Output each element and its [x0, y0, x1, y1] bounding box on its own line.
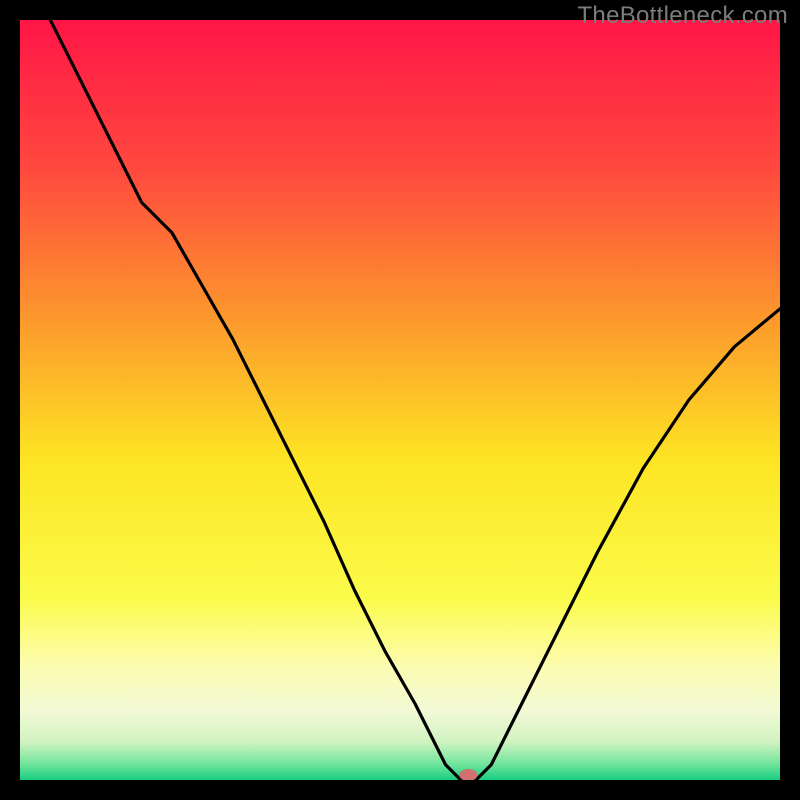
background-rect — [20, 20, 780, 780]
watermark-text: TheBottleneck.com — [577, 2, 788, 30]
chart-frame: TheBottleneck.com — [0, 0, 800, 800]
chart-plot — [20, 20, 780, 780]
chart-svg — [20, 20, 780, 780]
